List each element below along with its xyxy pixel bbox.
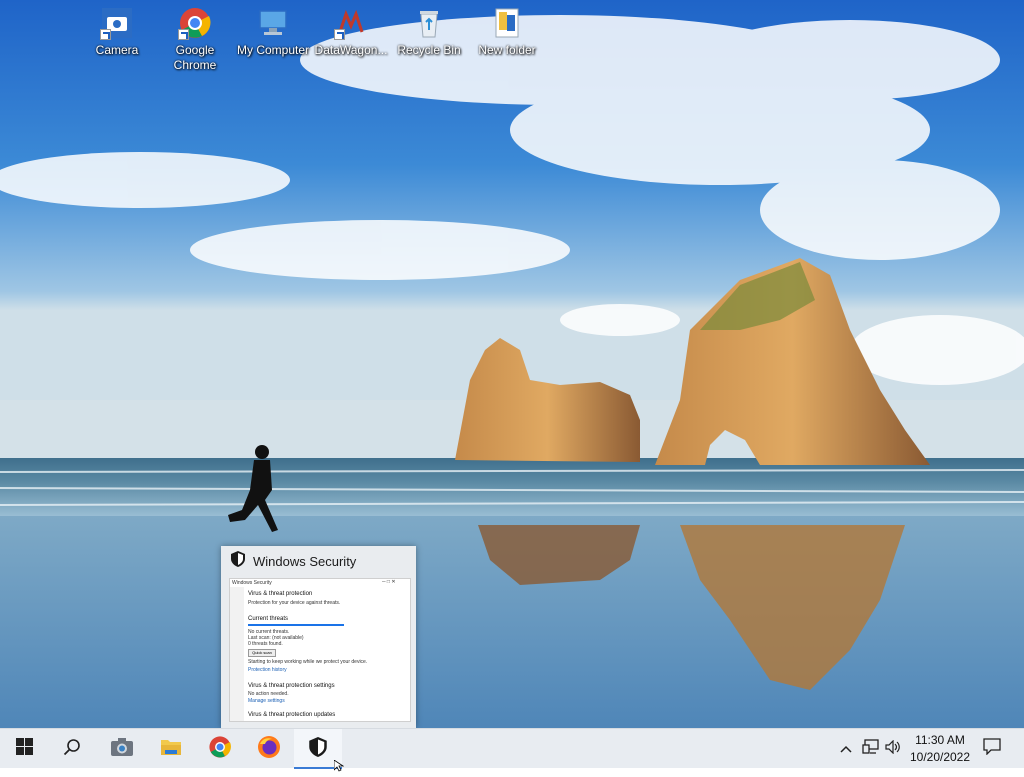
mini-section-current: Current threats [248,616,289,622]
action-center-button[interactable] [978,729,1006,769]
mini-line3: 0 threats found. [248,641,283,647]
network-icon [862,738,880,760]
mini-section-updates: Virus & threat protection updates [248,712,336,718]
taskbar-thumbnail-preview[interactable]: Windows Security Windows Security ─ □ ✕ … [221,546,416,728]
clock[interactable]: 11:30 AM 10/20/2022 [902,732,978,766]
search-icon [63,738,81,761]
recycle-bin-icon [412,6,446,40]
mini-window-label: Windows Security [232,580,272,586]
taskbar-chrome-button[interactable] [196,729,244,769]
folder-icon [160,737,182,762]
chevron-up-icon [840,740,852,758]
search-button[interactable] [48,729,96,769]
desktop-icon-label: My Computer [236,43,310,57]
mini-window-controls: ─ □ ✕ [382,579,396,585]
mini-section-settings: Virus & threat protection settings [248,683,335,689]
desktop-icon-my-computer[interactable]: My Computer [234,6,312,58]
desktop-icon-datawagon[interactable]: DataWagon... [312,6,390,58]
mini-progress-bar [248,624,344,626]
volume-button[interactable] [883,729,903,769]
taskbar-camera-button[interactable] [98,729,146,769]
notification-icon [983,738,1001,760]
mini-line4: Starting to keep working while we protec… [248,659,368,665]
desktop-icon-new-folder[interactable]: New folder [468,6,546,58]
preview-window-thumbnail: Windows Security ─ □ ✕ Virus & threat pr… [229,578,411,722]
desktop-icon-label: New folder [478,43,536,57]
clock-time: 11:30 AM [915,733,965,747]
desktop-icon-recycle-bin[interactable]: Recycle Bin [390,6,468,58]
taskbar-firefox-button[interactable] [245,729,293,769]
desktop-icon-label: Google Chrome [173,43,217,72]
network-button[interactable] [860,729,882,769]
camera-icon [100,6,134,40]
start-button[interactable] [0,729,48,769]
computer-icon [256,6,290,40]
firefox-icon [257,735,281,764]
windows-logo-icon [15,738,33,760]
desktop-icon-label: Camera [95,43,139,57]
desktop-icon-label: DataWagon... [314,43,388,57]
shield-icon [309,736,327,762]
mini-line5: No action needed. [248,691,289,697]
mini-sidebar [230,587,244,721]
datawagon-icon [334,6,368,40]
desktop-icon-google-chrome[interactable]: Google Chrome [156,6,234,73]
show-hidden-icons-button[interactable] [836,729,856,769]
mini-scan-button: Quick scan [248,649,276,657]
shortcut-arrow-icon [100,29,111,40]
desktop-icon-label: Recycle Bin [397,43,461,57]
desktop-wallpaper [0,0,1024,728]
mini-subheading: Protection for your device against threa… [248,600,341,606]
camera-icon [110,737,134,762]
mouse-cursor-icon [333,759,345,777]
chrome-icon [178,6,212,40]
folder-icon [490,6,524,40]
preview-header: Windows Security [221,546,416,576]
clock-date: 10/20/2022 [909,750,971,764]
speaker-icon [885,739,901,759]
taskbar: 11:30 AM 10/20/2022 [0,728,1024,772]
shortcut-arrow-icon [334,29,345,40]
mini-heading: Virus & threat protection [248,591,313,597]
mini-link2: Manage settings [248,698,285,704]
desktop-icon-camera[interactable]: Camera [78,6,156,58]
taskbar-file-explorer-button[interactable] [147,729,195,769]
shield-icon [231,550,245,572]
preview-title: Windows Security [253,553,357,569]
chrome-icon [208,735,232,764]
shortcut-arrow-icon [178,29,189,40]
mini-link1: Protection history [248,667,287,673]
